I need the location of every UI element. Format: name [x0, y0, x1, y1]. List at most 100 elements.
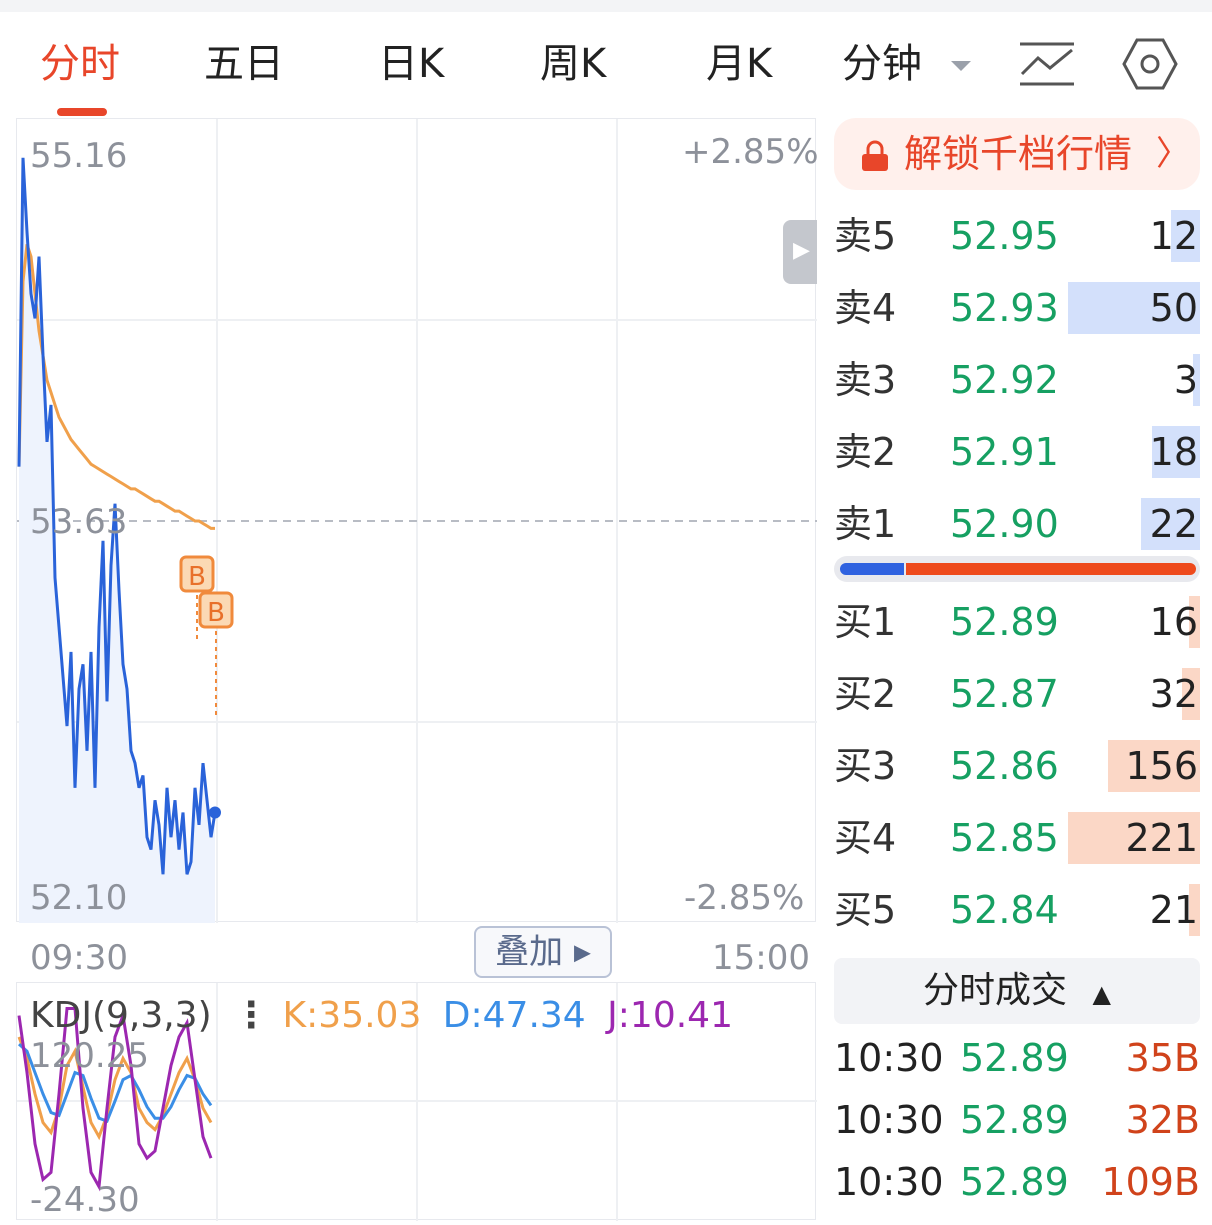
expand-panel-handle[interactable]: ▶ [783, 220, 817, 284]
bid-price: 52.84 [950, 888, 1059, 932]
kdj-header: KDJ(9,3,3) ⋮ K:35.03 D:47.34 J:10.41 [30, 994, 733, 1038]
trade-price: 52.89 [960, 1098, 1069, 1142]
lock-icon [862, 140, 888, 171]
ask-level-label: 卖3 [834, 358, 897, 402]
caret-up-icon: ▲ [1092, 980, 1111, 1008]
tab-minute[interactable]: 分钟 [842, 40, 973, 88]
bid-level-label: 买4 [834, 816, 897, 860]
trade-volume: 35B [1125, 1036, 1200, 1080]
bid-volume: 16 [1149, 600, 1198, 644]
ask-row[interactable]: 卖2 52.91 18 [834, 420, 1200, 484]
trade-price: 52.89 [960, 1036, 1069, 1080]
trades-header[interactable]: 分时成交 ▲ [834, 958, 1200, 1024]
chevron-right-icon: ▶ [793, 238, 810, 263]
ask-level-label: 卖4 [834, 286, 897, 330]
trade-volume: 109B [1101, 1160, 1200, 1204]
period-tabs: 分时 五日 日K 周K 月K 分钟 [0, 12, 1212, 116]
trade-volume: 32B [1125, 1098, 1200, 1142]
settings-hexagon-icon[interactable] [1122, 36, 1178, 92]
bid-row[interactable]: 买3 52.86 156 [834, 734, 1200, 798]
sell-ratio [906, 563, 1196, 575]
unlock-depth-banner[interactable]: 解锁千档行情 〉 [834, 118, 1200, 190]
ask-level-label: 卖5 [834, 214, 897, 258]
ask-row[interactable]: 卖3 52.92 3 [834, 348, 1200, 412]
ask-volume: 3 [1173, 358, 1198, 402]
tab-minute-label: 分钟 [842, 41, 922, 87]
buy-ratio [840, 563, 904, 575]
price-high-label: 55.16 [30, 136, 128, 176]
triangle-right-icon: ▶ [573, 940, 591, 966]
bid-level-label: 买2 [834, 672, 897, 716]
tab-daily-k[interactable]: 日K [378, 40, 444, 88]
trade-row: 10:30 52.89 109B [834, 1152, 1200, 1212]
trade-price: 52.89 [960, 1160, 1069, 1204]
tab-monthly-k[interactable]: 月K [706, 40, 772, 88]
bid-price: 52.85 [950, 816, 1059, 860]
tab-five-day[interactable]: 五日 [204, 40, 284, 88]
pct-low-label: -2.85% [684, 878, 805, 918]
kdj-min-label: -24.30 [30, 1180, 140, 1220]
unlock-depth-text: 解锁千档行情 [904, 132, 1133, 176]
bid-level-label: 买5 [834, 888, 897, 932]
bid-row[interactable]: 买5 52.84 21 [834, 878, 1200, 942]
trade-time: 10:30 [834, 1160, 944, 1204]
kdj-j-value: J:10.41 [607, 995, 733, 1036]
ask-volume: 18 [1149, 430, 1198, 474]
ask-row[interactable]: 卖1 52.90 22 [834, 492, 1200, 556]
bid-level-label: 买3 [834, 744, 897, 788]
bid-volume: 32 [1149, 672, 1198, 716]
kdj-d-value: D:47.34 [442, 995, 586, 1036]
ask-volume: 50 [1149, 286, 1198, 330]
overlay-button-label: 叠加 [495, 932, 564, 972]
chevron-right-icon: 〉 [1156, 134, 1190, 174]
last-price-dot [209, 806, 221, 819]
kdj-k-value: K:35.03 [282, 995, 422, 1036]
top-strip [0, 0, 1212, 12]
time-start-label: 09:30 [30, 938, 128, 978]
ask-price: 52.95 [950, 214, 1059, 258]
bid-volume: 21 [1149, 888, 1198, 932]
bid-row[interactable]: 买4 52.85 221 [834, 806, 1200, 870]
indicator-line-icon[interactable] [1018, 42, 1076, 88]
ask-price: 52.93 [950, 286, 1059, 330]
kdj-menu-icon[interactable]: ⋮ [233, 995, 269, 1036]
pct-high-label: +2.85% [682, 132, 819, 172]
tab-weekly-k[interactable]: 周K [540, 40, 606, 88]
intraday-chart-canvas: B B [17, 119, 817, 923]
trade-row: 10:30 52.89 35B [834, 1028, 1200, 1088]
ask-volume: 22 [1149, 502, 1198, 546]
price-low-label: 52.10 [30, 878, 128, 918]
buy-marker-2-label: B [207, 598, 225, 628]
time-end-label: 15:00 [712, 938, 810, 978]
trade-time: 10:30 [834, 1098, 944, 1142]
bid-price: 52.89 [950, 600, 1059, 644]
price-mid-label: 53.63 [30, 502, 128, 542]
buy-sell-ratio-bar [834, 556, 1200, 582]
ask-price: 52.92 [950, 358, 1059, 402]
bid-volume: 156 [1125, 744, 1198, 788]
overlay-button[interactable]: 叠加 ▶ [474, 926, 612, 978]
ask-row[interactable]: 卖5 52.95 12 [834, 204, 1200, 268]
bid-volume: 221 [1125, 816, 1198, 860]
ask-level-label: 卖1 [834, 502, 897, 546]
ask-row[interactable]: 卖4 52.93 50 [834, 276, 1200, 340]
buy-marker-1-label: B [188, 562, 206, 592]
ask-level-label: 卖2 [834, 430, 897, 474]
kdj-title: KDJ(9,3,3) [30, 995, 212, 1036]
intraday-chart[interactable]: B B [16, 118, 817, 923]
ask-volume: 12 [1149, 214, 1198, 258]
trade-time: 10:30 [834, 1036, 944, 1080]
ask-price: 52.90 [950, 502, 1059, 546]
bid-row[interactable]: 买1 52.89 16 [834, 590, 1200, 654]
bid-price: 52.86 [950, 744, 1059, 788]
kdj-max-label: 120.25 [30, 1036, 149, 1076]
bid-price: 52.87 [950, 672, 1059, 716]
caret-down-icon [950, 61, 971, 71]
trade-row: 10:30 52.89 32B [834, 1090, 1200, 1150]
bid-row[interactable]: 买2 52.87 32 [834, 662, 1200, 726]
ask-price: 52.91 [950, 430, 1059, 474]
trades-header-label: 分时成交 [923, 970, 1068, 1011]
tab-intraday[interactable]: 分时 [40, 40, 120, 88]
active-tab-indicator [57, 108, 107, 116]
bid-level-label: 买1 [834, 600, 897, 644]
